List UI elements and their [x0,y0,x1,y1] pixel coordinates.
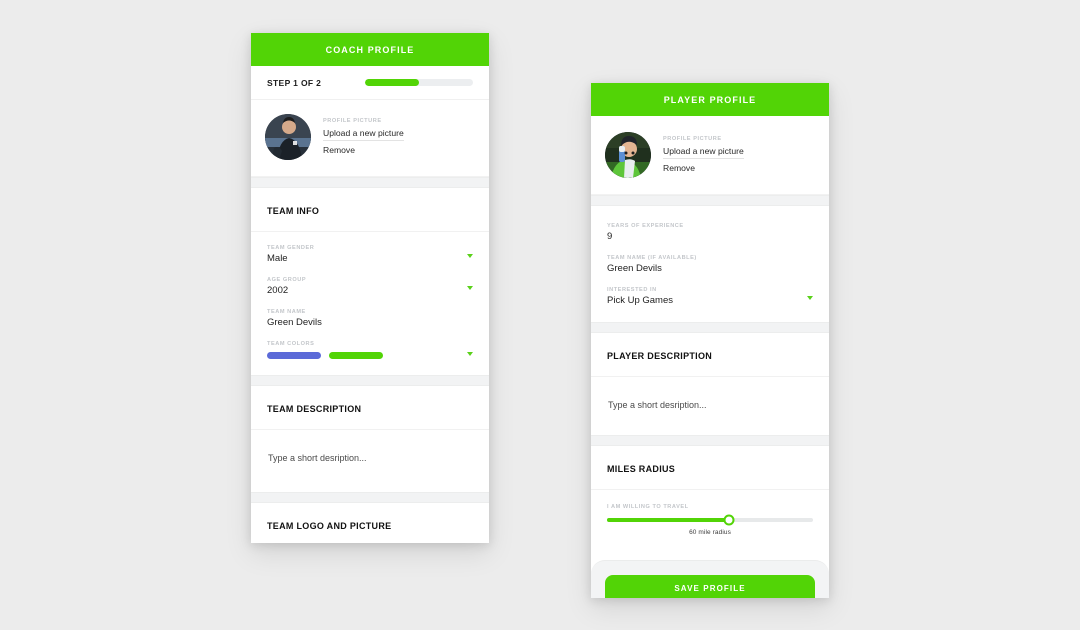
section-band [251,177,489,188]
coach-card-title: COACH PROFILE [325,44,415,55]
section-band [591,322,829,333]
miles-radius-caption: 60 mile radius [689,529,731,536]
save-profile-button[interactable]: SAVE PROFILE [605,575,815,598]
slider-fill [607,518,729,522]
section-band [591,195,829,206]
field-label: TEAM NAME (IF AVAILABLE) [607,255,697,261]
coach-avatar[interactable] [265,114,311,160]
coach-profile-picture-block: PROFILE PICTURE Upload a new picture Rem… [251,100,489,177]
screen-background: COACH PROFILE STEP 1 OF 2 PROFILE PICTUR… [0,0,1080,630]
field-value: Green Devils [607,263,662,274]
chevron-down-icon[interactable] [467,254,473,258]
chevron-down-icon[interactable] [807,296,813,300]
section-title: TEAM INFO [267,206,320,216]
player-upload-picture-link[interactable]: Upload a new picture [663,146,744,159]
player-avatar[interactable] [605,132,651,178]
color-swatch-secondary[interactable] [329,352,383,359]
player-remove-picture-link[interactable]: Remove [663,163,695,175]
player-info-fields: YEARS OF EXPERIENCE 9 TEAM NAME (IF AVAI… [591,206,829,322]
miles-radius-slider[interactable] [607,514,813,526]
field-value: 9 [607,231,613,242]
player-card-title: PLAYER PROFILE [663,94,757,105]
color-swatch-primary[interactable] [267,352,321,359]
section-header-miles-radius: MILES RADIUS [591,446,829,490]
coach-card-titlebar: COACH PROFILE [251,33,489,66]
section-header-team-logo: TEAM LOGO AND PICTURE [251,503,489,543]
field-value: Green Devils [267,317,322,328]
section-band [251,375,489,386]
field-age-group[interactable]: AGE GROUP 2002 [267,270,473,302]
section-header-player-description: PLAYER DESCRIPTION [591,333,829,377]
section-header-team-info: TEAM INFO [251,188,489,232]
section-band [251,492,489,503]
section-title: TEAM DESCRIPTION [267,404,362,414]
field-team-name-optional[interactable]: TEAM NAME (IF AVAILABLE) Green Devils [607,248,813,280]
team-description-placeholder: Type a short desription... [268,453,367,463]
section-title: PLAYER DESCRIPTION [607,351,713,361]
section-band [591,435,829,446]
field-years-of-experience[interactable]: YEARS OF EXPERIENCE 9 [607,216,813,248]
player-description-placeholder: Type a short desription... [608,400,707,410]
coach-upload-picture-link[interactable]: Upload a new picture [323,128,404,141]
step-progress-row: STEP 1 OF 2 [251,66,489,100]
slider-label: I AM WILLING TO TRAVEL [607,504,689,510]
field-value: Pick Up Games [607,295,673,306]
section-title: TEAM LOGO AND PICTURE [267,521,392,531]
field-label: TEAM GENDER [267,245,315,251]
player-profile-picture-block: PROFILE PICTURE Upload a new picture Rem… [591,116,829,195]
step-progress-fill [365,79,419,86]
field-interested-in[interactable]: INTERESTED IN Pick Up Games [607,280,813,312]
player-profile-picture-label: PROFILE PICTURE [663,135,722,142]
coach-remove-picture-link[interactable]: Remove [323,145,355,157]
field-label: TEAM NAME [267,309,306,315]
field-team-name[interactable]: TEAM NAME Green Devils [267,302,473,334]
field-value: 2002 [267,285,289,296]
field-label: YEARS OF EXPERIENCE [607,223,684,229]
field-value: Male [267,253,288,264]
section-title: MILES RADIUS [607,464,676,474]
field-label: TEAM COLORS [267,341,315,347]
player-card-footer: SAVE PROFILE [591,560,829,598]
field-team-gender[interactable]: TEAM GENDER Male [267,238,473,270]
player-card-titlebar: PLAYER PROFILE [591,83,829,116]
chevron-down-icon[interactable] [467,352,473,356]
field-label: INTERESTED IN [607,287,657,293]
coach-profile-picture-label: PROFILE PICTURE [323,117,382,124]
slider-handle[interactable] [723,514,735,526]
team-info-fields: TEAM GENDER Male AGE GROUP 2002 TEAM NAM… [251,232,489,375]
field-label: AGE GROUP [267,277,307,283]
step-progress-bar [365,79,473,86]
player-description-input[interactable]: Type a short desription... [591,377,829,435]
section-header-team-description: TEAM DESCRIPTION [251,386,489,430]
step-label: STEP 1 OF 2 [267,77,322,88]
team-color-swatches[interactable] [267,352,473,359]
player-profile-card: PLAYER PROFILE PROFILE PICTURE Upload a … [591,83,829,598]
field-team-colors[interactable]: TEAM COLORS [267,334,473,365]
chevron-down-icon[interactable] [467,286,473,290]
team-description-input[interactable]: Type a short desription... [251,430,489,492]
coach-profile-card: COACH PROFILE STEP 1 OF 2 PROFILE PICTUR… [251,33,489,543]
miles-radius-control: I AM WILLING TO TRAVEL 60 mile radius [591,490,829,536]
